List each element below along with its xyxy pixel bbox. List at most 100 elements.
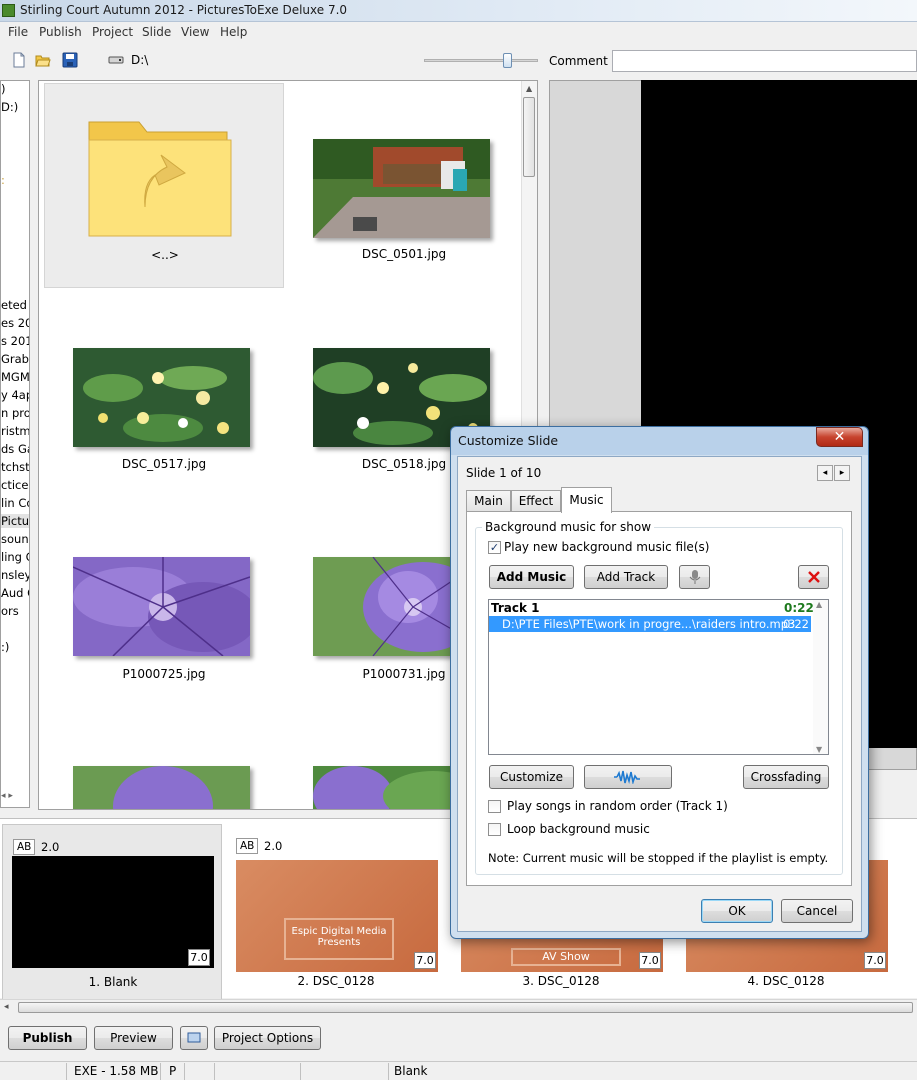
app-icon: [2, 4, 15, 17]
ok-button[interactable]: OK: [701, 899, 773, 923]
tree-item[interactable]: nsley: [1, 568, 29, 582]
prev-slide-icon[interactable]: ◂: [817, 465, 833, 481]
file-name: DSC_0517.jpg: [121, 457, 207, 471]
tree-item[interactable]: ): [1, 82, 6, 96]
crossfading-button[interactable]: Crossfading: [743, 765, 829, 789]
waveform-button[interactable]: [584, 765, 672, 789]
zoom-slider-track[interactable]: [424, 59, 538, 62]
slide-strip-scrollbar[interactable]: ◂: [0, 999, 917, 1016]
add-track-button[interactable]: Add Track: [584, 565, 668, 589]
tree-item[interactable]: lin Co: [1, 496, 29, 510]
tree-item[interactable]: :): [1, 640, 9, 654]
tree-item[interactable]: y 4apri: [1, 388, 29, 402]
slide-counter: Slide 1 of 10: [466, 466, 542, 480]
tree-item[interactable]: D:): [1, 100, 18, 114]
slide-name: 4. DSC_0128: [747, 974, 825, 988]
new-file-icon[interactable]: [11, 52, 27, 68]
transition-duration: 2.0: [41, 840, 60, 854]
transition-duration: 2.0: [264, 839, 283, 853]
comment-input[interactable]: [612, 50, 917, 72]
tree-item-selected[interactable]: Pictu: [1, 514, 29, 528]
save-icon[interactable]: [62, 52, 78, 68]
tab-music[interactable]: Music: [561, 487, 612, 513]
delete-button[interactable]: [798, 565, 829, 589]
play-new-music-checkbox[interactable]: ✓: [488, 541, 501, 554]
tree-item[interactable]: n prog: [1, 406, 29, 420]
slide-item[interactable]: AB 2.0 Espic Digital Media Presents 7.0 …: [226, 824, 446, 1001]
status-p: P: [169, 1064, 177, 1078]
current-path: D:\: [131, 53, 149, 67]
tree-item[interactable]: ors: [1, 604, 19, 618]
tree-item[interactable]: tchsta: [1, 460, 29, 474]
thumbnail-purple-flower: [73, 557, 250, 656]
parent-folder-cell[interactable]: <..>: [44, 83, 284, 288]
group-label: Background music for show: [482, 520, 655, 534]
tree-item[interactable]: MGM: [1, 370, 29, 384]
tree-item[interactable]: s 2012: [1, 334, 29, 348]
folder-tree[interactable]: ) D:) : eted s es 2012 s 2012 Grabb MGM …: [0, 80, 30, 808]
slide-item[interactable]: AB 2.0 7.0 1. Blank: [2, 824, 222, 1001]
tree-item[interactable]: ctice s: [1, 478, 29, 492]
open-folder-icon[interactable]: [35, 52, 51, 68]
menu-project[interactable]: Project: [92, 25, 133, 39]
menu-help[interactable]: Help: [220, 25, 247, 39]
menu-publish[interactable]: Publish: [39, 25, 82, 39]
bottom-bar: Publish Preview Project Options: [0, 1017, 917, 1061]
menu-slide[interactable]: Slide: [142, 25, 171, 39]
track-row-selected[interactable]: D:\PTE Files\PTE\work in progre...\raide…: [489, 616, 811, 632]
tab-main[interactable]: Main: [466, 490, 511, 512]
file-name: <..>: [151, 248, 179, 262]
fullscreen-preview-button[interactable]: [180, 1026, 208, 1050]
window-title: Stirling Court Autumn 2012 - PicturesToE…: [20, 3, 348, 17]
cancel-button[interactable]: Cancel: [781, 899, 853, 923]
microphone-icon: [689, 570, 700, 584]
screen-icon: [187, 1032, 201, 1043]
file-cell[interactable]: [44, 713, 284, 809]
note-text: Note: Current music will be stopped if t…: [488, 851, 829, 865]
menu-bar: File Publish Project Slide View Help: [0, 22, 917, 42]
thumbnail-yellow-flowers: [73, 348, 250, 447]
file-cell[interactable]: P1000725.jpg: [44, 503, 284, 708]
customize-button[interactable]: Customize: [489, 765, 574, 789]
tree-item[interactable]: ling C: [1, 550, 29, 564]
loop-music-checkbox[interactable]: [488, 823, 501, 836]
tree-item[interactable]: eted s: [1, 298, 29, 312]
play-new-music-label: Play new background music file(s): [504, 540, 710, 554]
file-cell[interactable]: DSC_0517.jpg: [44, 293, 284, 498]
slide-overlay-text: AV Show: [511, 948, 621, 966]
file-pane-scroll-thumb[interactable]: [523, 97, 535, 177]
track-list-scrollbar[interactable]: ▲ ▼: [813, 600, 828, 754]
tree-item[interactable]: Aud G: [1, 586, 29, 600]
slide-strip-scroll-thumb[interactable]: [18, 1002, 913, 1013]
tree-item[interactable]: ristma: [1, 424, 29, 438]
tree-scroll-arrows[interactable]: ◂ ▸: [1, 791, 13, 801]
slide-duration: 7.0: [864, 952, 886, 969]
menu-file[interactable]: File: [8, 25, 28, 39]
tree-item: :: [1, 173, 5, 187]
zoom-slider-thumb[interactable]: [503, 53, 512, 68]
random-order-checkbox[interactable]: [488, 800, 501, 813]
transition-badge: AB: [13, 839, 36, 855]
scroll-up-arrow[interactable]: ▲: [526, 84, 532, 93]
project-options-button[interactable]: Project Options: [214, 1026, 321, 1050]
drive-icon: [108, 56, 124, 64]
slide-overlay-text: Espic Digital Media Presents: [284, 918, 394, 960]
tree-item[interactable]: Grabb: [1, 352, 29, 366]
track-header: Track 1: [491, 601, 540, 615]
next-slide-icon[interactable]: ▸: [834, 465, 850, 481]
tree-item[interactable]: sound: [1, 532, 29, 546]
preview-button[interactable]: Preview: [94, 1026, 173, 1050]
add-music-button[interactable]: Add Music: [489, 565, 574, 589]
tree-item[interactable]: ds Gar: [1, 442, 29, 456]
close-icon[interactable]: ✕: [816, 427, 863, 447]
tree-item[interactable]: es 2012: [1, 316, 29, 330]
slide-duration: 7.0: [188, 949, 210, 966]
file-cell[interactable]: DSC_0501.jpg: [284, 83, 524, 288]
tab-effect[interactable]: Effect: [511, 490, 561, 512]
publish-button[interactable]: Publish: [8, 1026, 87, 1050]
transition-badge: AB: [236, 838, 259, 854]
waveform-icon: [614, 770, 640, 786]
menu-view[interactable]: View: [181, 25, 209, 39]
slide-name: 1. Blank: [88, 975, 138, 989]
record-voice-button[interactable]: [679, 565, 710, 589]
